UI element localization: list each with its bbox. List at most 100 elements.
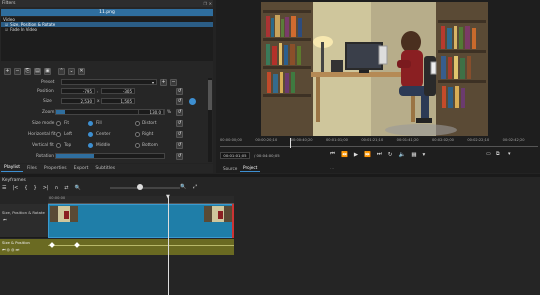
- ruler-tick-label: 00:01:21;10: [361, 138, 384, 142]
- reset-vfit-button[interactable]: ↺: [176, 142, 183, 149]
- save-preset-button[interactable]: +: [160, 79, 167, 86]
- seek-previous-keyframe-icon[interactable]: |<: [12, 185, 18, 191]
- keyframe-point[interactable]: [74, 242, 80, 248]
- zoom-in-icon[interactable]: 🔍: [180, 184, 186, 190]
- hfit-left-radio[interactable]: [56, 132, 61, 137]
- reset-zoom-button[interactable]: ↺: [176, 109, 183, 116]
- reset-position-button[interactable]: ↺: [176, 88, 183, 95]
- position-y-field[interactable]: -305: [101, 88, 135, 94]
- keyframe-controls-icon[interactable]: ⏮ ◎ ◎ ⏭: [2, 247, 19, 252]
- hfit-right-radio[interactable]: [135, 132, 140, 137]
- fast-forward-icon[interactable]: ⏩: [364, 152, 371, 158]
- filters-panel: Filters ❐ ✕ 11.png Video ☑ Size, Positio…: [0, 0, 213, 163]
- preset-select[interactable]: ▾: [61, 79, 157, 85]
- keyframes-playhead-handle[interactable]: ▼: [166, 194, 170, 200]
- keyframe-curve-lane[interactable]: [48, 239, 234, 255]
- clip-name: 11.png: [99, 10, 115, 15]
- settings-icon[interactable]: ▾: [508, 151, 511, 157]
- size-mode-fit-label: Fit: [64, 121, 70, 126]
- move-up-button[interactable]: ⌃: [58, 68, 65, 75]
- size-mode-fill-radio[interactable]: [88, 121, 93, 126]
- add-filter-button[interactable]: +: [4, 68, 11, 75]
- loop-icon[interactable]: ↻: [388, 152, 393, 158]
- save-icon[interactable]: ▣: [44, 68, 51, 75]
- chevron-down-icon: ▾: [151, 79, 154, 85]
- deselect-button[interactable]: ✕: [78, 68, 85, 75]
- vfit-bottom-radio[interactable]: [135, 143, 140, 148]
- filter-item-label: Fade In Video: [10, 27, 37, 32]
- ruler-tick-label: 00:01:41;20: [396, 138, 419, 142]
- zoom-slider-handle[interactable]: [137, 184, 143, 190]
- left-tab-bar: Playlist Files Properties Export Subtitl…: [0, 164, 213, 173]
- tab-properties[interactable]: Properties: [41, 164, 70, 172]
- filter-list: Video ☑ Size, Position & Rotate ☑ Fade I…: [1, 17, 213, 61]
- rotation-slider[interactable]: [55, 153, 165, 159]
- tab-playlist[interactable]: Playlist: [1, 164, 23, 172]
- keyframe-point[interactable]: [49, 242, 55, 248]
- size-mode-fit-radio[interactable]: [56, 121, 61, 126]
- tab-project[interactable]: Project: [240, 164, 261, 172]
- zoom-menu-icon[interactable]: ▾: [423, 152, 426, 158]
- timecode-field[interactable]: 00:01:01;05: [220, 152, 250, 159]
- copy-icon[interactable]: ⎘: [24, 68, 31, 75]
- magnet-icon[interactable]: ∩: [55, 185, 59, 191]
- properties-scrollbar-thumb[interactable]: [208, 80, 212, 110]
- keyframes-ruler[interactable]: 00:00:00: [48, 196, 234, 204]
- track-header-size-position-rotate[interactable]: Size, Position & Rotate ⏮: [0, 204, 48, 238]
- video-frame[interactable]: [261, 2, 488, 136]
- seek-next-keyframe-icon[interactable]: >|: [43, 185, 49, 191]
- keyframe-nav-icon[interactable]: ⏮: [3, 217, 7, 222]
- zoom-out-icon[interactable]: 🔍: [74, 185, 80, 191]
- skip-next-icon[interactable]: ⏭: [377, 151, 382, 158]
- tab-source[interactable]: Source: [220, 164, 240, 172]
- filter-checkbox[interactable]: ☑: [5, 28, 8, 32]
- properties-scrollbar[interactable]: [208, 78, 212, 162]
- keyframe-toggle-icon[interactable]: [189, 98, 196, 105]
- reset-size-button[interactable]: ↺: [176, 98, 183, 105]
- tab-files[interactable]: Files: [24, 164, 40, 172]
- window-options-icon[interactable]: ▭: [486, 151, 491, 157]
- zoom-value-field[interactable]: 130.0: [138, 109, 164, 115]
- ruler-tick-label: 00:02:22;10: [467, 138, 490, 142]
- size-mode-distort-radio[interactable]: [135, 121, 140, 126]
- vfit-middle-radio[interactable]: [88, 143, 93, 148]
- skip-previous-icon[interactable]: ⏮: [330, 151, 335, 158]
- tab-export[interactable]: Export: [71, 164, 92, 172]
- grid-icon[interactable]: ▦: [411, 152, 416, 158]
- play-icon[interactable]: ▶: [354, 152, 358, 158]
- size-height-field[interactable]: 1,505: [101, 98, 135, 104]
- move-down-button[interactable]: ⌄: [68, 68, 75, 75]
- player-ruler-ticks: 00:00:00;00 00:00:20;10 00:00:40;20 00:01:0…: [220, 138, 538, 147]
- paste-icon[interactable]: ▤: [34, 68, 41, 75]
- filter-checkbox[interactable]: ☑: [5, 23, 8, 27]
- toggle-grid-icon[interactable]: ⧉: [496, 151, 500, 157]
- clip-block[interactable]: [48, 204, 234, 238]
- reset-size-mode-button[interactable]: ↺: [176, 120, 183, 127]
- vfit-top-radio[interactable]: [56, 143, 61, 148]
- zoom-fit-icon[interactable]: ⤢: [193, 184, 197, 190]
- reset-hfit-button[interactable]: ↺: [176, 131, 183, 138]
- hfit-center-radio[interactable]: [88, 132, 93, 137]
- zoom-slider-track[interactable]: [110, 187, 180, 189]
- tab-subtitles[interactable]: Subtitles: [92, 164, 118, 172]
- size-width-field[interactable]: 2,530: [61, 98, 95, 104]
- menu-icon[interactable]: ☰: [2, 185, 6, 191]
- close-icon[interactable]: ✕: [209, 1, 212, 6]
- track-header-size-position[interactable]: Size & Position ⏮ ◎ ◎ ⏭: [0, 239, 48, 255]
- filter-item[interactable]: ☑ Fade In Video: [1, 27, 213, 32]
- clip-thumbnail-start: [50, 206, 78, 222]
- bracket-open-icon[interactable]: {: [24, 185, 27, 191]
- volume-icon[interactable]: 🔈: [398, 152, 405, 158]
- keyframes-playhead[interactable]: [168, 196, 169, 295]
- bracket-close-icon[interactable]: }: [34, 185, 37, 191]
- float-icon[interactable]: ❐: [203, 1, 207, 6]
- hfit-right-label: Right: [142, 132, 154, 137]
- position-x-field[interactable]: -795: [61, 88, 95, 94]
- rewind-icon[interactable]: ⏪: [341, 152, 348, 158]
- remove-filter-button[interactable]: −: [14, 68, 21, 75]
- reset-rotation-button[interactable]: ↺: [176, 153, 183, 160]
- player-playhead[interactable]: [289, 138, 291, 148]
- scrub-icon[interactable]: ⇄: [64, 185, 68, 191]
- delete-preset-button[interactable]: −: [170, 79, 177, 86]
- player-ruler[interactable]: 00:00:00;00 00:00:20;10 00:00:40;20 00:01:0…: [220, 138, 538, 148]
